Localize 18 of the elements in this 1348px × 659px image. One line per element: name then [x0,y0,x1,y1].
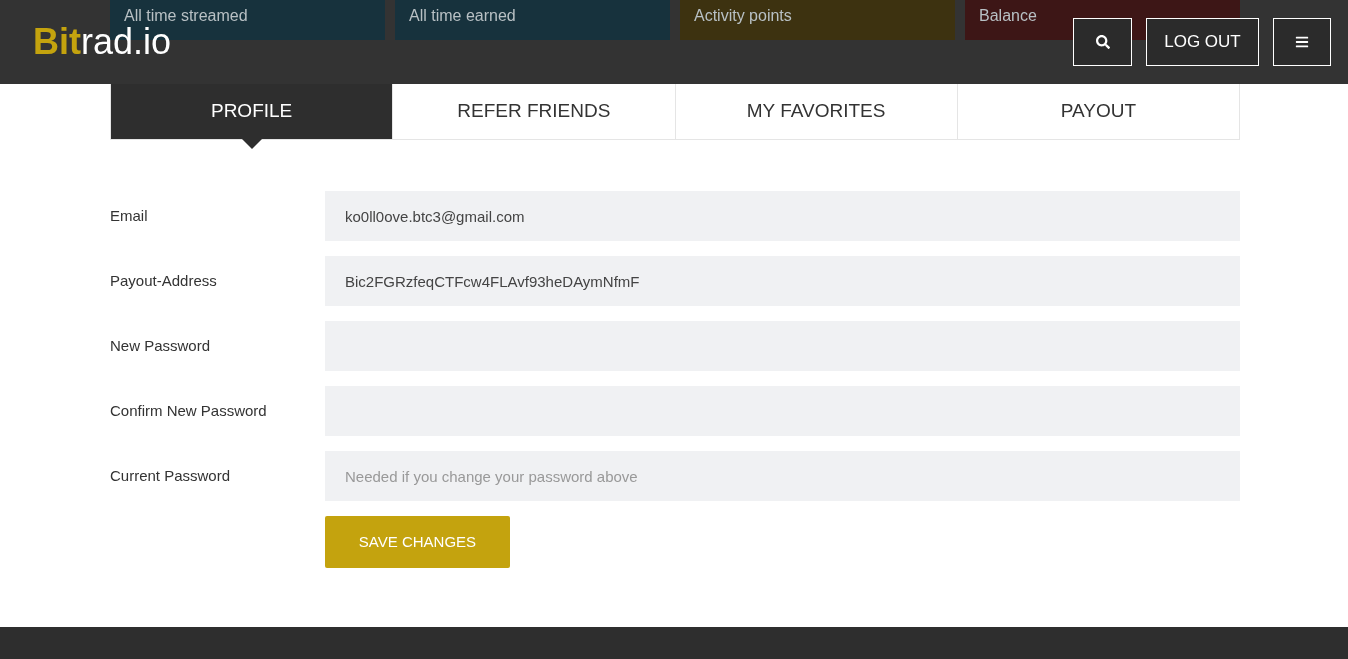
input-field[interactable]: Needed if you change your password above [325,451,1240,501]
stat-label: All time earned [409,7,516,24]
input-field[interactable]: Bic2FGRzfeqCTFcw4FLAvf93heDAymNfmF [325,256,1240,306]
field-label: Payout-Address [110,270,218,291]
menu-icon [1295,35,1309,49]
search-icon [1095,35,1110,49]
menu-button[interactable] [1273,18,1331,66]
stat-label: Balance [979,7,1037,24]
input-field[interactable]: ko0ll0ove.btc3@gmail.com [325,191,1240,241]
field-label: Email [110,205,149,226]
stat-label: All time streamed [124,7,248,24]
stat-label: Activity points [694,7,792,24]
logout-button[interactable]: LOG OUT [1146,18,1259,66]
tab-pointer [241,139,262,149]
field-label: New Password [110,335,212,356]
field-label: Current Password [110,465,232,486]
search-button[interactable] [1073,18,1132,66]
field-label: Confirm New Password [110,400,268,421]
